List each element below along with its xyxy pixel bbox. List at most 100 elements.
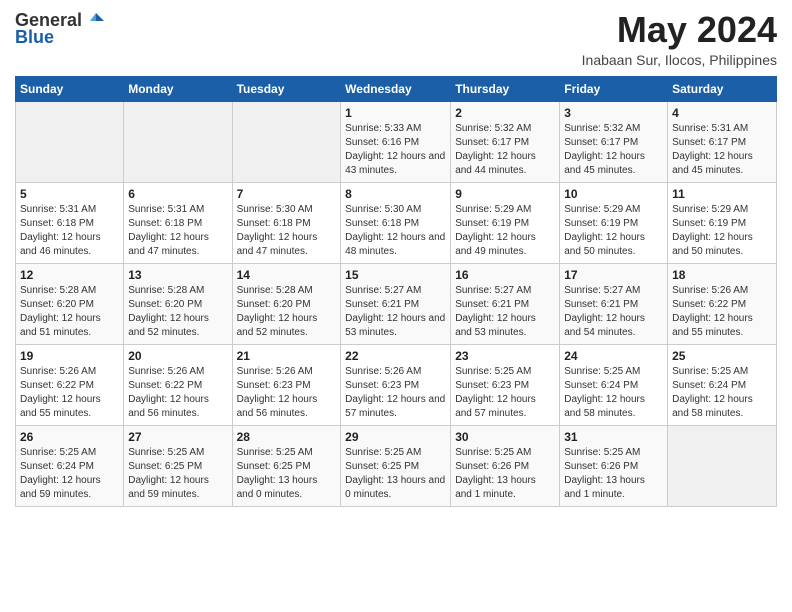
weekday-header-friday: Friday (560, 76, 668, 101)
day-number: 29 (345, 430, 446, 444)
day-info: Sunrise: 5:25 AM Sunset: 6:25 PM Dayligh… (345, 446, 446, 502)
day-number: 5 (20, 187, 119, 201)
day-number: 24 (564, 349, 663, 363)
calendar-cell: 28 Sunrise: 5:25 AM Sunset: 6:25 PM Dayli… (232, 425, 341, 506)
day-info: Sunrise: 5:27 AM Sunset: 6:21 PM Dayligh… (345, 284, 446, 340)
calendar-cell: 29 Sunrise: 5:25 AM Sunset: 6:25 PM Dayli… (341, 425, 451, 506)
calendar-cell: 17 Sunrise: 5:27 AM Sunset: 6:21 PM Dayli… (560, 263, 668, 344)
day-info: Sunrise: 5:27 AM Sunset: 6:21 PM Dayligh… (455, 284, 555, 340)
calendar-cell: 7Sunrise: 5:30 AM Sunset: 6:18 PM Daylig… (232, 182, 341, 263)
calendar-cell: 9Sunrise: 5:29 AM Sunset: 6:19 PM Daylig… (451, 182, 560, 263)
day-info: Sunrise: 5:26 AM Sunset: 6:22 PM Dayligh… (672, 284, 772, 340)
page-subtitle: Inabaan Sur, Ilocos, Philippines (582, 52, 777, 68)
calendar-cell: 10Sunrise: 5:29 AM Sunset: 6:19 PM Dayli… (560, 182, 668, 263)
weekday-header-sunday: Sunday (16, 76, 124, 101)
day-number: 22 (345, 349, 446, 363)
day-number: 30 (455, 430, 555, 444)
calendar-table: SundayMondayTuesdayWednesdayThursdayFrid… (15, 76, 777, 507)
calendar-cell: 22 Sunrise: 5:26 AM Sunset: 6:23 PM Dayli… (341, 344, 451, 425)
calendar-cell: 15Sunrise: 5:27 AM Sunset: 6:21 PM Dayli… (341, 263, 451, 344)
calendar-cell: 25Sunrise: 5:25 AM Sunset: 6:24 PM Dayli… (668, 344, 777, 425)
calendar-cell (16, 101, 124, 182)
weekday-header-thursday: Thursday (451, 76, 560, 101)
calendar-week-4: 19 Sunrise: 5:26 AM Sunset: 6:22 PM Dayli… (16, 344, 777, 425)
day-info: Sunrise: 5:25 AM Sunset: 6:25 PM Dayligh… (128, 446, 227, 502)
calendar-cell: 12 Sunrise: 5:28 AM Sunset: 6:20 PM Dayli… (16, 263, 124, 344)
day-number: 8 (345, 187, 446, 201)
day-number: 18 (672, 268, 772, 282)
calendar-cell: 20 Sunrise: 5:26 AM Sunset: 6:22 PM Dayli… (124, 344, 232, 425)
calendar-week-1: 1 Sunrise: 5:33 AM Sunset: 6:16 PM Daylig… (16, 101, 777, 182)
day-number: 16 (455, 268, 555, 282)
logo-blue: Blue (15, 27, 54, 48)
day-info: Sunrise: 5:32 AM Sunset: 6:17 PM Dayligh… (455, 122, 555, 178)
day-number: 1 (345, 106, 446, 120)
day-info: Sunrise: 5:25 AM Sunset: 6:25 PM Dayligh… (237, 446, 337, 502)
weekday-header-wednesday: Wednesday (341, 76, 451, 101)
weekday-header-saturday: Saturday (668, 76, 777, 101)
day-info: Sunrise: 5:29 AM Sunset: 6:19 PM Dayligh… (564, 203, 663, 259)
day-number: 6 (128, 187, 227, 201)
day-number: 7 (237, 187, 337, 201)
day-info: Sunrise: 5:29 AM Sunset: 6:19 PM Dayligh… (672, 203, 772, 259)
day-number: 17 (564, 268, 663, 282)
day-info: Sunrise: 5:31 AM Sunset: 6:18 PM Dayligh… (20, 203, 119, 259)
calendar-cell (124, 101, 232, 182)
day-info: Sunrise: 5:28 AM Sunset: 6:20 PM Dayligh… (20, 284, 119, 340)
calendar-cell: 23Sunrise: 5:25 AM Sunset: 6:23 PM Dayli… (451, 344, 560, 425)
calendar-cell: 31Sunrise: 5:25 AM Sunset: 6:26 PM Dayli… (560, 425, 668, 506)
day-number: 27 (128, 430, 227, 444)
calendar-cell: 2 Sunrise: 5:32 AM Sunset: 6:17 PM Daylig… (451, 101, 560, 182)
day-info: Sunrise: 5:25 AM Sunset: 6:23 PM Dayligh… (455, 365, 555, 421)
day-number: 19 (20, 349, 119, 363)
calendar-cell: 21Sunrise: 5:26 AM Sunset: 6:23 PM Dayli… (232, 344, 341, 425)
calendar-cell: 6 Sunrise: 5:31 AM Sunset: 6:18 PM Daylig… (124, 182, 232, 263)
page: General Blue May 2024 Inabaan Sur, Iloco… (0, 0, 792, 522)
day-info: Sunrise: 5:31 AM Sunset: 6:18 PM Dayligh… (128, 203, 227, 259)
day-info: Sunrise: 5:26 AM Sunset: 6:22 PM Dayligh… (128, 365, 227, 421)
weekday-header-row: SundayMondayTuesdayWednesdayThursdayFrid… (16, 76, 777, 101)
calendar-cell: 26Sunrise: 5:25 AM Sunset: 6:24 PM Dayli… (16, 425, 124, 506)
day-info: Sunrise: 5:31 AM Sunset: 6:17 PM Dayligh… (672, 122, 772, 178)
day-info: Sunrise: 5:27 AM Sunset: 6:21 PM Dayligh… (564, 284, 663, 340)
calendar-cell: 13Sunrise: 5:28 AM Sunset: 6:20 PM Dayli… (124, 263, 232, 344)
page-title: May 2024 (582, 10, 777, 50)
calendar-cell: 18 Sunrise: 5:26 AM Sunset: 6:22 PM Dayli… (668, 263, 777, 344)
day-number: 12 (20, 268, 119, 282)
calendar-week-3: 12 Sunrise: 5:28 AM Sunset: 6:20 PM Dayli… (16, 263, 777, 344)
day-info: Sunrise: 5:26 AM Sunset: 6:23 PM Dayligh… (345, 365, 446, 421)
day-number: 14 (237, 268, 337, 282)
day-number: 4 (672, 106, 772, 120)
calendar-cell: 3Sunrise: 5:32 AM Sunset: 6:17 PM Daylig… (560, 101, 668, 182)
calendar-cell: 5 Sunrise: 5:31 AM Sunset: 6:18 PM Daylig… (16, 182, 124, 263)
day-number: 26 (20, 430, 119, 444)
calendar-cell (668, 425, 777, 506)
title-block: May 2024 Inabaan Sur, Ilocos, Philippine… (582, 10, 777, 68)
day-info: Sunrise: 5:25 AM Sunset: 6:24 PM Dayligh… (672, 365, 772, 421)
calendar-cell: 30Sunrise: 5:25 AM Sunset: 6:26 PM Dayli… (451, 425, 560, 506)
day-number: 13 (128, 268, 227, 282)
day-number: 9 (455, 187, 555, 201)
day-number: 3 (564, 106, 663, 120)
day-number: 28 (237, 430, 337, 444)
calendar-cell (232, 101, 341, 182)
calendar-cell: 11 Sunrise: 5:29 AM Sunset: 6:19 PM Dayli… (668, 182, 777, 263)
day-number: 11 (672, 187, 772, 201)
day-number: 2 (455, 106, 555, 120)
day-number: 20 (128, 349, 227, 363)
day-info: Sunrise: 5:30 AM Sunset: 6:18 PM Dayligh… (345, 203, 446, 259)
calendar-week-5: 26Sunrise: 5:25 AM Sunset: 6:24 PM Dayli… (16, 425, 777, 506)
logo: General Blue (15, 10, 106, 48)
calendar-cell: 19 Sunrise: 5:26 AM Sunset: 6:22 PM Dayli… (16, 344, 124, 425)
day-info: Sunrise: 5:26 AM Sunset: 6:22 PM Dayligh… (20, 365, 119, 421)
day-info: Sunrise: 5:33 AM Sunset: 6:16 PM Dayligh… (345, 122, 446, 178)
weekday-header-tuesday: Tuesday (232, 76, 341, 101)
logo-flag-icon (86, 11, 106, 31)
day-number: 31 (564, 430, 663, 444)
calendar-cell: 8 Sunrise: 5:30 AM Sunset: 6:18 PM Daylig… (341, 182, 451, 263)
calendar-cell: 16 Sunrise: 5:27 AM Sunset: 6:21 PM Dayli… (451, 263, 560, 344)
calendar-cell: 4 Sunrise: 5:31 AM Sunset: 6:17 PM Daylig… (668, 101, 777, 182)
weekday-header-monday: Monday (124, 76, 232, 101)
calendar-cell: 14Sunrise: 5:28 AM Sunset: 6:20 PM Dayli… (232, 263, 341, 344)
calendar-cell: 1 Sunrise: 5:33 AM Sunset: 6:16 PM Daylig… (341, 101, 451, 182)
